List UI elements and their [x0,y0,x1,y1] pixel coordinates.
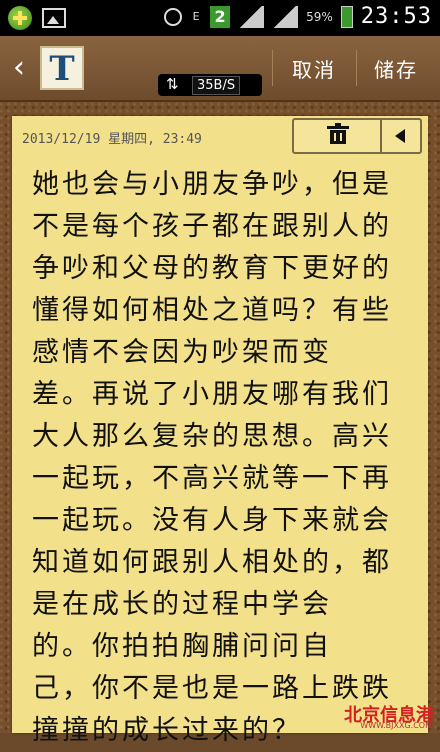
note-actions [292,118,422,154]
note-line: 懂得如何相处之道吗？有些 [32,295,392,326]
note-line: 知道如何跟别人相处的，都 [32,547,392,578]
app-icon[interactable]: T [40,46,84,90]
toolbar-divider [272,50,273,86]
signal-icon [238,5,265,28]
watermark-logo: 北京信息港 WWW.BJXXG.COM [274,701,434,730]
network-type: E [192,10,200,23]
battery-icon [340,5,353,28]
note-line: 的。你拍拍胸脯问问自 [32,631,332,662]
network-speed-indicator: ⇅ 35B/S [158,74,262,96]
image-icon [42,8,66,28]
data-transfer-icon: ⇅ [166,75,179,93]
battery-percent: 59% [306,9,333,24]
note-body[interactable]: 她也会与小朋友争吵，但是 不是每个孩子都在跟别人的 争吵和父母的教育下更好的 懂… [32,164,424,752]
note-line: 争吵和父母的教育下更好的 [32,253,392,284]
clock-time: 23:53 [360,4,432,29]
previous-note-icon[interactable] [382,120,420,152]
network-speed: 35B/S [192,76,241,95]
note-line: 不是每个孩子都在跟别人的 [32,211,392,242]
status-right-icons: E 2 59% 23:53 [164,4,432,29]
note-paper[interactable]: 2013/12/19 星期四, 23:49 她也会与小朋友争吵，但是 不是每个孩… [12,116,428,746]
note-line: 一起玩。没有人身下来就会 [32,505,392,536]
note-line: 她也会与小朋友争吵，但是 [32,169,392,200]
cancel-button[interactable]: 取消 [292,54,336,83]
save-button[interactable]: 储存 [374,54,418,83]
note-toolbar: ‹ T ⇅ 35B/S 取消 储存 [0,36,440,102]
note-line: 一起玩，不高兴就等一下再 [32,463,392,494]
delete-button[interactable] [294,120,382,152]
note-line: 差。再说了小朋友哪有我们 [32,379,392,410]
plus-app-icon [8,6,32,30]
signal-icon-2 [272,5,299,28]
note-line: 大人那么复杂的思想。高兴 [32,421,392,452]
status-bar: E 2 59% 23:53 [0,0,440,36]
trash-icon [327,123,349,144]
watermark-url: WWW.BJXXG.COM [360,721,432,730]
back-icon[interactable]: ‹ [6,50,32,86]
alarm-icon [164,7,183,26]
note-date: 2013/12/19 星期四, 23:49 [22,132,202,147]
status-left-icons [8,6,66,30]
toolbar-divider [356,50,357,86]
note-line: 感情不会因为吵架而变 [32,337,332,368]
sim-badge: 2 [210,5,231,28]
note-line: 是在成长的过程中学会 [32,589,332,620]
